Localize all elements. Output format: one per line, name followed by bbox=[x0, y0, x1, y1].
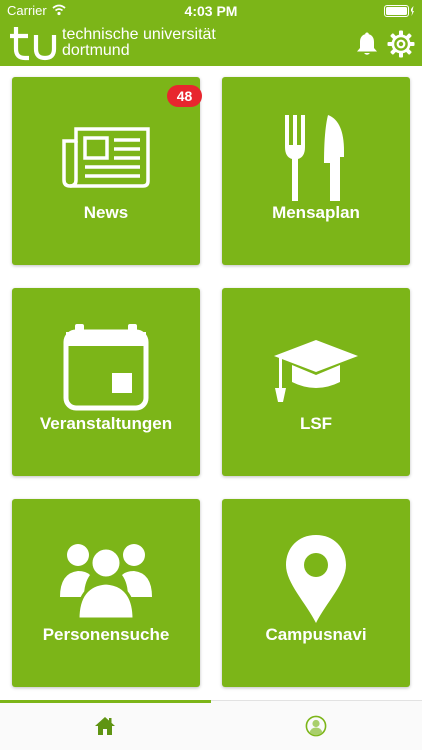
tile-lsf-label: LSF bbox=[299, 414, 333, 433]
profile-icon bbox=[305, 715, 327, 737]
tile-campusnavi[interactable]: Campusnavi bbox=[222, 499, 410, 687]
tile-veranstaltungen-label: Veranstaltungen bbox=[39, 414, 173, 433]
tile-personensuche-label: Personensuche bbox=[42, 625, 170, 644]
people-icon bbox=[60, 544, 152, 621]
status-time: 4:03 PM bbox=[184, 3, 238, 19]
university-name-line2: dortmund bbox=[62, 42, 130, 59]
tile-campusnavi-label: Campusnavi bbox=[265, 625, 367, 644]
tile-lsf[interactable]: LSF bbox=[222, 288, 410, 476]
home-screen: Carrier 4:03 PM tu bbox=[0, 0, 422, 750]
home-icon bbox=[95, 717, 115, 735]
tile-veranstaltungen[interactable]: Veranstaltungen bbox=[12, 288, 200, 476]
gear-icon[interactable] bbox=[387, 30, 415, 58]
tile-mensaplan-label: Mensaplan bbox=[272, 203, 360, 222]
calendar-icon bbox=[63, 324, 149, 411]
tab-home[interactable] bbox=[0, 701, 211, 750]
news-unread-badge: 48 bbox=[167, 85, 202, 107]
bell-icon[interactable] bbox=[355, 31, 379, 57]
map-pin-icon bbox=[286, 535, 346, 623]
tab-profile[interactable] bbox=[211, 701, 422, 750]
tu-dortmund-logo: tu bbox=[10, 27, 57, 61]
header: Carrier 4:03 PM tu bbox=[0, 0, 422, 66]
university-name: technische universität dortmund bbox=[62, 27, 216, 59]
tab-bar bbox=[0, 700, 422, 750]
fork-knife-icon bbox=[285, 115, 344, 201]
tile-news[interactable]: News 48 bbox=[12, 77, 202, 265]
app-bar: tu technische universität dortmund bbox=[0, 22, 422, 66]
newspaper-icon bbox=[62, 127, 150, 188]
tile-mensaplan[interactable]: Mensaplan bbox=[222, 77, 410, 265]
tile-news-label: News bbox=[83, 203, 129, 222]
university-name-line1: technische universität bbox=[62, 26, 216, 43]
graduation-cap-icon bbox=[274, 340, 358, 402]
battery-charging-icon bbox=[384, 5, 414, 17]
status-bar: Carrier 4:03 PM bbox=[0, 0, 422, 22]
tile-personensuche[interactable]: Personensuche bbox=[12, 499, 200, 687]
